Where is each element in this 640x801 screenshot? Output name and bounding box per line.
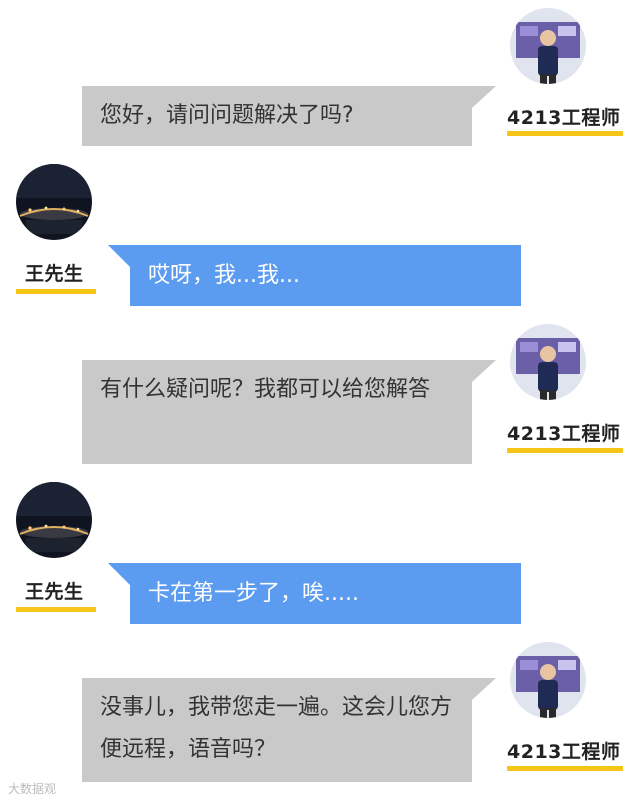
message-bubble: 有什么疑问呢？我都可以给您解答 <box>82 360 472 464</box>
customer-avatar <box>16 482 92 558</box>
customer-name: 王先生 <box>25 263 84 285</box>
engineer-name-underline <box>507 131 623 136</box>
engineer-name: 4213工程师 <box>507 423 621 445</box>
message-text: 有什么疑问呢？我都可以给您解答 <box>100 377 431 402</box>
bubble-tail <box>472 86 496 108</box>
customer-name-underline <box>16 607 96 612</box>
engineer-name: 4213工程师 <box>507 107 621 129</box>
watermark: 大数据观 <box>8 780 56 797</box>
engineer-avatar <box>510 8 586 84</box>
engineer-name-underline <box>507 766 623 771</box>
watermark-text: 大数据观 <box>8 782 57 796</box>
engineer-avatar <box>510 324 586 400</box>
customer-name-underline <box>16 289 96 294</box>
message-bubble: 没事儿，我带您走一遍。这会儿您方便远程，语音吗？ <box>82 678 472 782</box>
message-bubble: 哎呀，我...我... <box>130 245 521 306</box>
bubble-tail <box>472 360 496 382</box>
message-text: 没事儿，我带您走一遍。这会儿您方便远程，语音吗？ <box>100 695 453 762</box>
message-text: 哎呀，我...我... <box>148 263 300 288</box>
engineer-avatar <box>510 642 586 718</box>
engineer-name: 4213工程师 <box>507 741 621 763</box>
customer-name: 王先生 <box>25 581 84 603</box>
message-bubble: 您好，请问问题解决了吗? <box>82 86 472 146</box>
message-text: 您好，请问问题解决了吗? <box>100 103 354 128</box>
message-bubble: 卡在第一步了，唉..... <box>130 563 521 624</box>
message-text: 卡在第一步了，唉..... <box>148 581 359 606</box>
bubble-tail <box>472 678 496 700</box>
bubble-tail <box>108 563 130 585</box>
customer-avatar <box>16 164 92 240</box>
engineer-name-underline <box>507 448 623 453</box>
bubble-tail <box>108 245 130 267</box>
